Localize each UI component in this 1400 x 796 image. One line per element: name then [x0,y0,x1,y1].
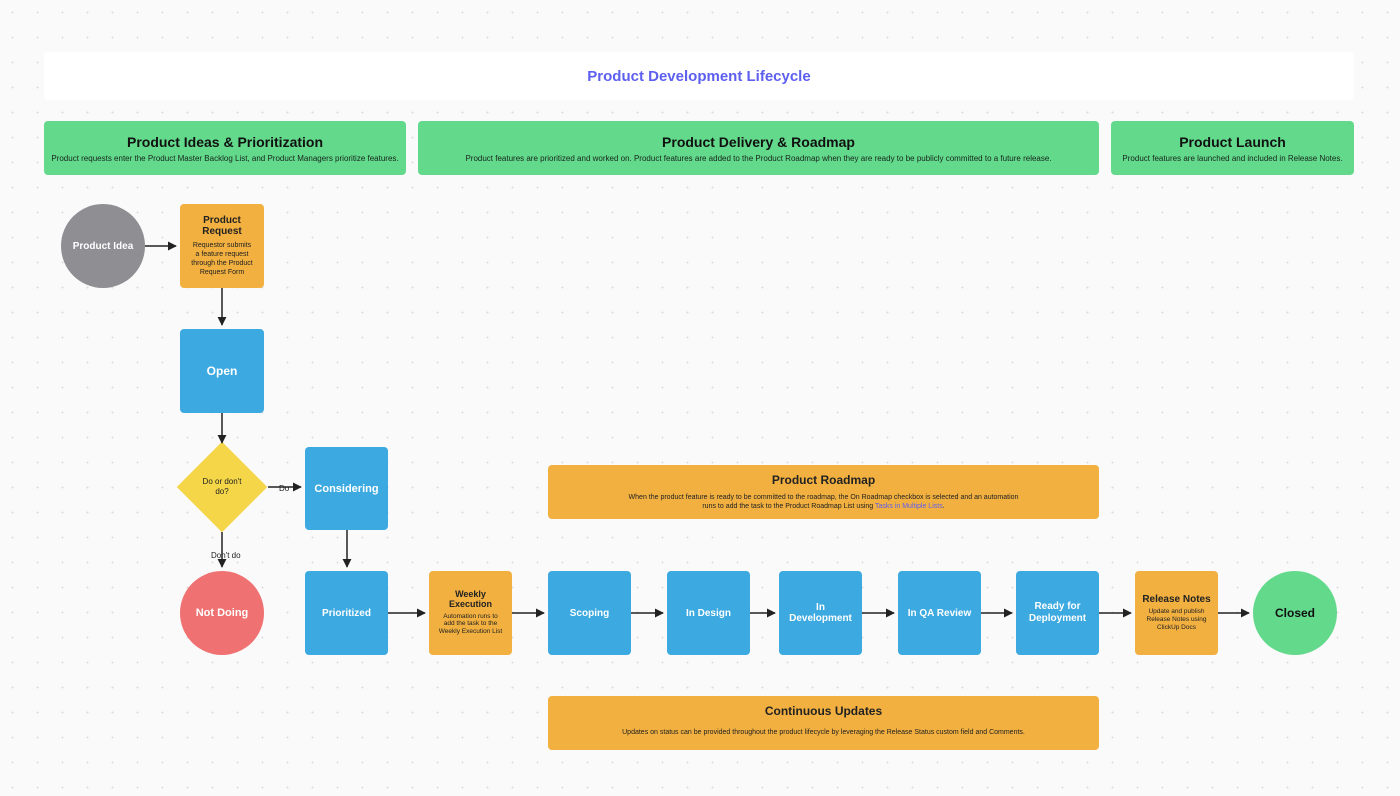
node-considering[interactable]: Considering [305,447,388,530]
node-decision-label: Do or don't do? [196,477,248,496]
node-release-notes[interactable]: Release Notes Update and publish Release… [1135,571,1218,655]
node-product-request-desc: Requestor submits a feature request thro… [186,241,258,277]
node-weekly-execution[interactable]: Weekly Execution Automation runs to add … [429,571,512,655]
node-scoping[interactable]: Scoping [548,571,631,655]
node-product-roadmap[interactable]: Product Roadmap When the product feature… [548,465,1099,519]
node-closed[interactable]: Closed [1253,571,1337,655]
phase-launch: Product Launch Product features are laun… [1111,121,1354,175]
node-product-idea[interactable]: Product Idea [61,204,145,288]
diagram-canvas[interactable]: Product Development Lifecycle Product Id… [0,0,1400,796]
phase-launch-desc: Product features are launched and includ… [1122,154,1342,163]
roadmap-link[interactable]: Tasks in Multiple Lists [875,503,943,510]
phase-delivery: Product Delivery & Roadmap Product featu… [418,121,1099,175]
phase-ideas: Product Ideas & Prioritization Product r… [44,121,406,175]
node-continuous-title: Continuous Updates [765,704,882,718]
phase-ideas-desc: Product requests enter the Product Maste… [51,154,398,163]
phase-delivery-title: Product Delivery & Roadmap [662,134,855,150]
phase-ideas-title: Product Ideas & Prioritization [127,134,323,150]
edge-label-do: Do [279,484,289,493]
node-open[interactable]: Open [180,329,264,413]
node-weekly-title: Weekly Execution [435,590,506,610]
node-continuous-desc: Updates on status can be provided throug… [622,728,1025,737]
node-release-notes-title: Release Notes [1142,594,1210,605]
phase-launch-title: Product Launch [1179,134,1286,150]
node-roadmap-title: Product Roadmap [772,473,875,487]
node-product-request-title: Product Request [186,215,258,237]
node-not-doing[interactable]: Not Doing [180,571,264,655]
phase-delivery-desc: Product features are prioritized and wor… [465,154,1051,163]
node-continuous-updates[interactable]: Continuous Updates Updates on status can… [548,696,1099,750]
node-prioritized[interactable]: Prioritized [305,571,388,655]
node-weekly-desc: Automation runs to add the task to the W… [435,613,506,636]
node-in-development[interactable]: In Development [779,571,862,655]
node-release-notes-desc: Update and publish Release Notes using C… [1141,608,1212,631]
node-in-design[interactable]: In Design [667,571,750,655]
node-product-request[interactable]: Product Request Requestor submits a feat… [180,204,264,288]
diagram-title: Product Development Lifecycle [44,52,1354,100]
node-ready-deployment[interactable]: Ready for Deployment [1016,571,1099,655]
node-decision[interactable]: Do or don't do? [190,455,254,519]
node-in-qa[interactable]: In QA Review [898,571,981,655]
node-roadmap-desc: When the product feature is ready to be … [624,493,1024,511]
edge-label-dontdo: Don't do [211,551,241,560]
